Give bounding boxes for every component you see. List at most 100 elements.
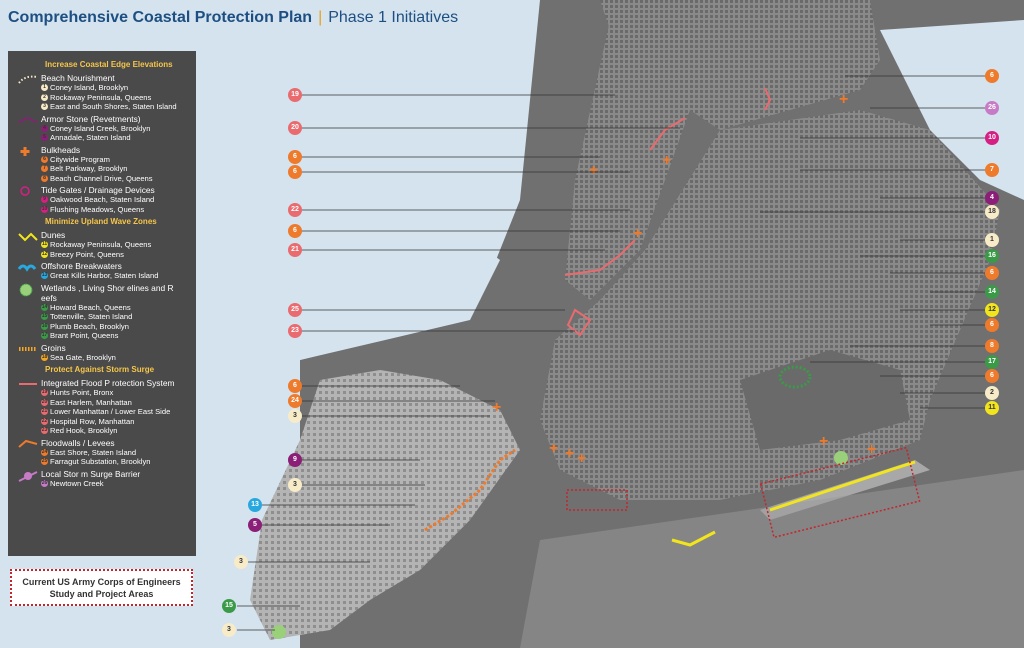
- corps-line-1: Current US Army Corps of Engineers: [22, 576, 181, 587]
- legend-category: Wetlands , Living Shor elines and R eefs…: [17, 283, 190, 341]
- callout-badge: 14: [985, 285, 999, 299]
- legend-category: Groins 18 Sea Gate, Brooklyn: [17, 343, 190, 363]
- legend-item: 22 Hospital Row, Manhattan: [41, 417, 190, 427]
- legend-item-label: Rockaway Peninsula, Queens: [50, 92, 152, 102]
- title-subtitle: Phase 1 Initiatives: [328, 9, 459, 26]
- breakwater-icon: [17, 261, 41, 275]
- callout-badge: 6: [985, 318, 999, 332]
- svg-text:+: +: [819, 433, 828, 450]
- legend-category: Beach Nourishment 1 Coney Island, Brooklyn…: [17, 73, 190, 112]
- callout-badge: 25: [288, 303, 302, 317]
- legend-item-number: 13: [41, 272, 48, 280]
- legend-item: 20 East Harlem, Manhattan: [41, 398, 190, 408]
- legend-item-label: Sea Gate, Brooklyn: [50, 352, 116, 362]
- legend-item-label: Newtown Creek: [50, 478, 104, 488]
- callout-badge: 26: [985, 101, 999, 115]
- legend-section-heading: Protect Against Storm Surge: [45, 365, 155, 374]
- legend-item-label: Citywide Program: [50, 154, 110, 164]
- ring-icon: [17, 185, 41, 199]
- legend-item-label: Lower Manhattan / Lower East Side: [50, 407, 171, 416]
- legend-item-number: 2: [41, 93, 48, 101]
- legend-item-number: 4: [41, 124, 48, 132]
- legend-item: 26 Newtown Creek: [41, 479, 190, 489]
- legend-item-label: Red Hook, Brooklyn: [50, 426, 118, 435]
- legend-category-name: Armor Stone (Revetments): [41, 113, 141, 124]
- wetland-tottenville: [272, 625, 286, 639]
- legend-item-label: Rockaway Peninsula, Queens: [50, 240, 152, 249]
- legend-item-number: 15: [41, 313, 48, 321]
- legend-item-number: 21: [41, 408, 48, 416]
- callout-badge: 3: [288, 409, 302, 423]
- legend-item-number: 6: [41, 155, 48, 163]
- legend-panel: Increase Coastal Edge Elevations Beach No…: [8, 51, 196, 556]
- callout-badge: 13: [248, 498, 262, 512]
- legend-item-number: 25: [41, 458, 48, 466]
- callout-badge: 16: [985, 249, 999, 263]
- callout-badge: 23: [288, 324, 302, 338]
- wetland-icon: [17, 283, 41, 297]
- flood-line-icon: [17, 378, 41, 392]
- legend-category: Tide Gates / Drainage Devices 9 Oakwood Be…: [17, 185, 190, 214]
- callout-badge: 3: [288, 478, 302, 492]
- callout-badge: 1: [985, 233, 999, 247]
- page-title: Comprehensive Coastal Protection Plan | Ph…: [8, 9, 458, 27]
- legend-item-number: 5: [41, 134, 48, 142]
- svg-text:+: +: [577, 450, 586, 467]
- corps-line-2: Study and Project Areas: [49, 588, 154, 599]
- legend-item-number: 16: [41, 322, 48, 330]
- legend-item-label: Oakwood Beach, Staten Island: [50, 195, 155, 204]
- legend-item-number: 10: [41, 205, 48, 213]
- legend-category-name: Integrated Flood P rotection System: [41, 378, 175, 388]
- legend-section-heading: Increase Coastal Edge Elevations: [45, 60, 173, 69]
- corps-study-box: Current US Army Corps of Engineers Study…: [10, 569, 193, 606]
- callout-badge: 10: [985, 131, 999, 145]
- callout-badge: 18: [985, 205, 999, 219]
- svg-text:+: +: [492, 399, 501, 416]
- legend-item: 24 East Shore, Staten Island: [41, 448, 190, 458]
- groin-icon: [17, 343, 41, 357]
- levee-icon: [17, 438, 41, 452]
- legend-item-number: 7: [41, 165, 48, 173]
- legend-item: 2 Rockaway Peninsula, Queens: [41, 93, 190, 103]
- legend-category: Offshore Breakwaters 13 Great Kills Harbor…: [17, 261, 190, 281]
- legend-item-number: 12: [41, 250, 48, 258]
- legend-item-label: East and South Shores, Staten Island: [50, 102, 177, 111]
- callout-badge: 6: [288, 165, 302, 179]
- svg-text:+: +: [589, 162, 598, 179]
- legend-item-label: Howard Beach, Queens: [50, 302, 131, 312]
- legend-item: 23 Red Hook, Brooklyn: [41, 426, 190, 436]
- legend-item: 3 East and South Shores, Staten Island: [41, 102, 190, 112]
- wetland-plumb: [834, 451, 848, 465]
- legend-item-number: 8: [41, 174, 48, 182]
- legend-item: 10 Flushing Meadows, Queens: [41, 205, 190, 215]
- legend-item-label: East Shore, Staten Island: [50, 447, 137, 457]
- legend-item: 8 Beach Channel Drive, Queens: [41, 174, 190, 184]
- legend-category-name: Groins: [41, 342, 66, 353]
- callout-badge: 17: [985, 355, 999, 369]
- legend-item: 19 Hunts Point, Bronx: [41, 388, 190, 398]
- legend-item: 11 Rockaway Peninsula, Queens: [41, 240, 190, 250]
- legend-item-number: 3: [41, 103, 48, 111]
- legend-item-label: Belt Parkway, Brooklyn: [50, 164, 128, 173]
- title-main: Comprehensive Coastal Protection Plan: [8, 9, 313, 26]
- plus-icon: [17, 145, 41, 159]
- callout-badge: 5: [248, 518, 262, 532]
- legend-item: 21 Lower Manhattan / Lower East Side: [41, 407, 190, 417]
- legend-category: Bulkheads 6 Citywide Program 7 Belt Parkway,…: [17, 145, 190, 184]
- callout-badge: 24: [288, 394, 302, 408]
- legend-item: 15 Tottenville, Staten Island: [41, 312, 190, 322]
- legend-item: 9 Oakwood Beach, Staten Island: [41, 195, 190, 205]
- legend-item-label: Flushing Meadows, Queens: [50, 204, 145, 214]
- callout-badge: 6: [985, 69, 999, 83]
- svg-text:+: +: [662, 152, 671, 169]
- legend-item: 5 Annadale, Staten Island: [41, 133, 190, 143]
- legend-category-name: Beach Nourishment: [41, 73, 115, 83]
- legend-item-number: 17: [41, 332, 48, 340]
- legend-category: Floodwalls / Levees 24 East Shore, Staten …: [17, 438, 190, 467]
- legend-item-label: East Harlem, Manhattan: [50, 397, 132, 407]
- callout-badge: 7: [985, 163, 999, 177]
- legend-item: 17 Brant Point, Queens: [41, 331, 190, 341]
- legend-item-number: 9: [41, 196, 48, 204]
- callout-badge: 2: [985, 386, 999, 400]
- legend-category: Dunes 11 Rockaway Peninsula, Queens 12 Breez…: [17, 230, 190, 259]
